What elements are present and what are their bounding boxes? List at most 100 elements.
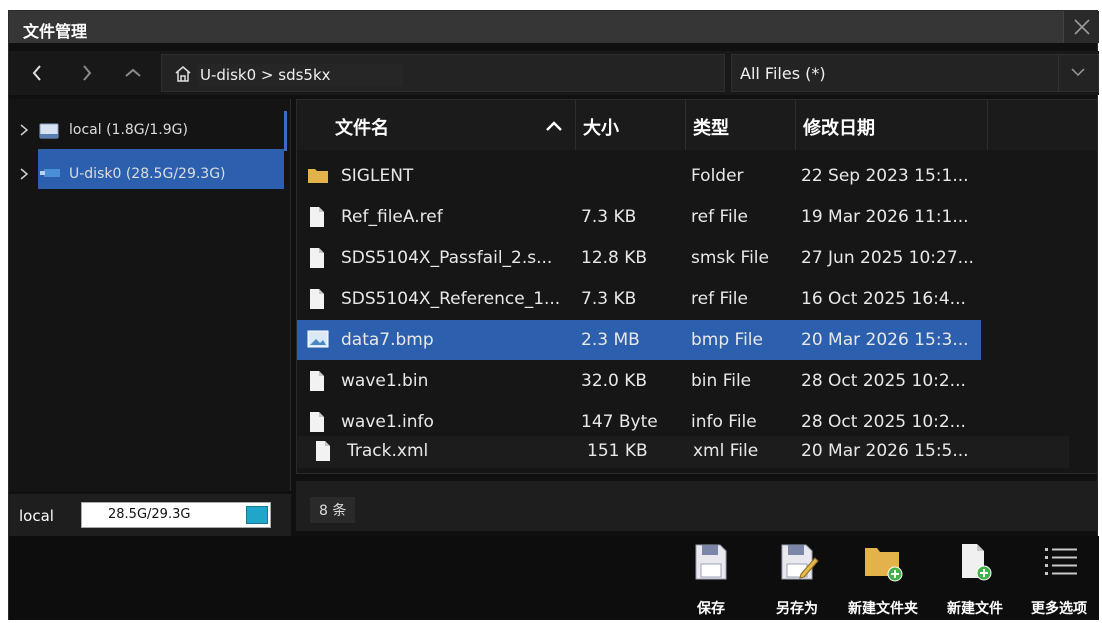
path-folder[interactable]: sds5kx [278,66,330,84]
tree-item-label: U-disk0 (28.5G/29.3G) [69,166,226,182]
file-size: 32.0 KB [581,371,648,391]
file-name: SIGLENT [341,166,414,186]
file-name: SDS5104X_Passfail_2.s... [341,248,553,268]
save-label: 保存 [697,601,725,617]
new-file-icon [962,544,992,581]
save-as-label: 另存为 [776,601,818,617]
table-row[interactable]: SDS5104X_Passfail_2.s... 12.8 KB smsk Fi… [297,238,981,278]
up-button[interactable] [121,61,145,85]
file-size: 151 KB [587,441,648,461]
column-header-size[interactable]: 大小 [583,114,619,140]
table-row[interactable]: Ref_fileA.ref 7.3 KB ref File 19 Mar 202… [297,197,981,237]
more-options-button[interactable]: 更多选项 [1021,542,1097,618]
table-row-selected[interactable]: data7.bmp 2.3 MB bmp File 20 Mar 2026 15… [297,320,981,360]
file-table: 文件名 大小 类型 修改日期 SIGLENT Folder 22 Sep 202… [296,99,1098,474]
file-name: SDS5104X_Reference_1... [341,289,561,309]
new-folder-label: 新建文件夹 [848,601,918,617]
tree-item-label: local (1.8G/1.9G) [69,122,188,138]
file-name: Ref_fileA.ref [341,207,443,227]
new-file-label: 新建文件 [947,601,1003,617]
storage-usage-text: 28.5G/29.3G [108,507,191,522]
table-row[interactable]: Track.xml 151 KB xml File 20 Mar 2026 15… [297,436,1069,468]
close-button[interactable] [1063,11,1099,43]
file-type: ref File [691,207,748,227]
filter-value: All Files (*) [740,64,826,83]
table-row[interactable]: SIGLENT Folder 22 Sep 2023 15:1... [297,156,981,196]
file-date: 20 Mar 2026 15:5... [801,441,969,461]
file-type: info File [691,412,757,432]
bottom-toolbar: 保存 另存为 新建文件夹 新建文件 更多选项 [9,536,1099,620]
file-type: smsk File [691,248,769,268]
title-bar: 文件管理 [9,11,1099,43]
storage-tree: local (1.8G/1.9G) U-disk0 (28.5G/29.3G) [9,99,291,491]
storage-usage-bar: 28.5G/29.3G [81,502,271,528]
column-header-date[interactable]: 修改日期 [803,114,875,140]
image-icon [307,330,329,348]
save-as-icon [781,544,819,580]
file-size: 147 Byte [581,412,658,432]
save-icon [695,544,727,580]
file-type-filter[interactable]: All Files (*) [731,54,1099,92]
column-divider[interactable] [987,100,988,150]
tree-item-u-disk0[interactable]: U-disk0 (28.5G/29.3G) [9,155,283,193]
file-date: 28 Oct 2025 10:2... [801,412,966,432]
column-divider[interactable] [575,100,576,150]
file-size: 2.3 MB [581,330,640,350]
column-header-type[interactable]: 类型 [693,114,729,140]
column-divider[interactable] [795,100,796,150]
file-type: xml File [693,441,759,461]
file-date: 28 Oct 2025 10:2... [801,371,966,391]
usb-drive-icon [40,169,60,177]
file-date: 16 Oct 2025 16:4... [801,289,966,309]
file-type: ref File [691,289,748,309]
sort-ascending-icon[interactable] [545,120,563,132]
file-name: Track.xml [347,441,429,461]
storage-indicator [246,506,268,524]
home-icon [175,66,191,82]
table-row[interactable]: SDS5104X_Reference_1... 7.3 KB ref File … [297,279,981,319]
path-breadcrumb[interactable]: U-disk0 > sds5kx [161,54,725,92]
chevron-right-icon[interactable] [19,123,29,137]
folder-icon [308,169,328,183]
tree-item-local[interactable]: local (1.8G/1.9G) [9,111,283,149]
column-divider[interactable] [685,100,686,150]
close-icon [1074,19,1090,35]
save-as-button[interactable]: 另存为 [759,542,835,618]
new-file-button[interactable]: 新建文件 [937,542,1013,618]
window-title: 文件管理 [23,22,88,41]
new-folder-icon [865,548,903,582]
path-root[interactable]: U-disk0 [200,66,256,84]
file-count-bar: 8 条 [296,481,1098,531]
back-button[interactable] [25,61,49,85]
file-name: wave1.info [341,412,434,432]
chevron-right-icon[interactable] [19,167,29,181]
chevron-down-icon [1071,68,1085,77]
more-options-label: 更多选项 [1031,601,1087,617]
file-icon [310,289,324,309]
column-header-name[interactable]: 文件名 [335,114,389,140]
tree-scrollbar[interactable] [284,111,287,151]
forward-button[interactable] [75,61,99,85]
storage-status: local 28.5G/29.3G [9,494,291,536]
file-type: Folder [691,166,744,186]
table-header: 文件名 大小 类型 修改日期 [297,100,1097,150]
file-manager-window: 文件管理 U-disk0 > sds5kx All Files (*) loca… [8,10,1099,620]
local-disk-icon [39,123,59,139]
file-size: 7.3 KB [581,289,637,309]
file-date: 22 Sep 2023 15:1... [801,166,969,186]
new-folder-button[interactable]: 新建文件夹 [845,542,921,618]
file-date: 19 Mar 2026 11:1... [801,207,969,227]
file-date: 20 Mar 2026 15:3... [801,330,969,350]
path-text: U-disk0 > sds5kx [198,64,403,86]
path-separator: > [260,66,274,84]
file-type: bmp File [691,330,763,350]
file-type: bin File [691,371,752,391]
chevron-up-icon [125,68,141,77]
table-row[interactable]: wave1.bin 32.0 KB bin File 28 Oct 2025 1… [297,361,981,401]
file-size: 12.8 KB [581,248,648,268]
filter-dropdown-button[interactable] [1058,55,1098,91]
chevron-left-icon [32,65,41,81]
file-icon [310,207,324,227]
save-button[interactable]: 保存 [673,542,749,618]
file-icon [310,248,324,268]
